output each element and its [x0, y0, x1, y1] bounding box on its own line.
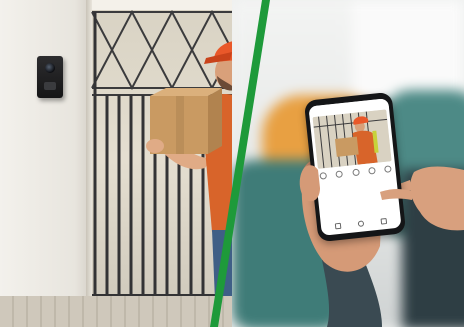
porch-scene	[0, 0, 270, 327]
speaker-icon[interactable]	[335, 169, 344, 178]
settings-icon[interactable]	[380, 218, 387, 225]
home-icon[interactable]	[335, 222, 342, 230]
more-icon[interactable]	[383, 164, 392, 173]
phone-screen	[308, 98, 402, 236]
gallery-icon[interactable]	[357, 220, 365, 227]
record-icon[interactable]	[367, 166, 376, 175]
bottom-nav	[327, 216, 395, 231]
snapshot-icon[interactable]	[351, 168, 360, 176]
smartphone	[303, 91, 407, 243]
photo-composite	[0, 0, 464, 327]
doorbell-live-feed[interactable]	[312, 109, 392, 169]
courier-figure	[146, 40, 262, 300]
mic-icon[interactable]	[319, 171, 328, 180]
feed-image	[312, 109, 392, 169]
paved-ground	[0, 296, 270, 327]
